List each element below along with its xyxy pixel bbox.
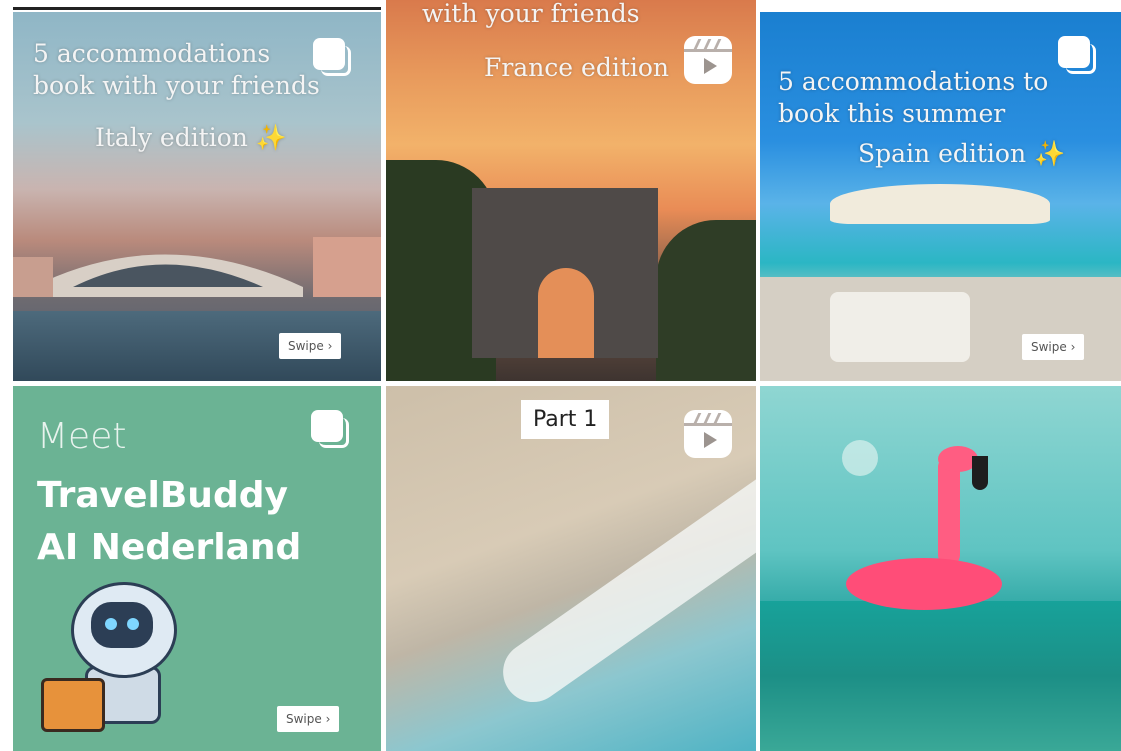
post-tile-italy[interactable]: 5 accommodations book with your friends … [13,12,381,381]
brand-name-line-1: TravelBuddy [37,475,288,516]
trees-right [656,220,756,381]
swipe-badge: Swipe › [1022,334,1085,360]
profile-post-grid: 5 accommodations book with your friends … [0,0,1121,751]
caption-line-1: with your friends [422,0,640,28]
rialto-bridge-graphic [13,227,381,297]
caption-line-2: book this summer [778,99,1006,128]
edition-label: Spain edition ✨ [858,138,1065,170]
post-tile-flamingo[interactable] [760,386,1121,751]
meet-heading: Meet [37,416,127,457]
flamingo-float-graphic [846,558,1002,610]
multi-image-icon [313,38,351,76]
brand-name-line-2: AI Nederland [37,527,302,568]
tab-indicator [13,7,381,10]
flamingo-neck [938,456,960,566]
caption-line-2: book with your friends [33,71,320,100]
post-tile-part-1[interactable]: Part 1 [386,386,756,751]
patio-chairs [830,292,970,362]
post-tile-france[interactable]: with your friends France edition [386,0,756,381]
flamingo-beak [972,456,988,490]
reel-icon [684,410,732,458]
arch-opening [538,268,594,358]
edition-text: Italy edition [95,123,248,152]
swipe-badge: Swipe › [277,706,340,732]
part-label: Part 1 [521,400,610,439]
swipe-badge: Swipe › [279,333,342,359]
reel-icon [684,36,732,84]
caption-line-1: 5 accommodations to [778,67,1049,96]
multi-image-icon [1058,36,1096,74]
post-tile-spain[interactable]: 5 accommodations to book this summer Spa… [760,12,1121,381]
edition-label: Italy edition ✨ [95,122,287,154]
wave-graphic [491,458,756,714]
post-tile-travelbuddy[interactable]: Meet TravelBuddy AI Nederland Swipe › [13,386,381,751]
sea-water [760,601,1121,751]
caption-line-1: 5 accommodations [33,39,271,68]
sparkle-icon: ✨ [255,123,287,152]
edition-text: Spain edition [858,139,1027,168]
sparkle-icon: ✨ [1034,139,1066,168]
robot-face [91,602,153,648]
suitcase-icon [41,678,105,732]
sun-glare [842,440,878,476]
edition-label: France edition [484,53,670,82]
multi-image-icon [311,410,349,448]
parasol-graphic [830,184,1050,224]
